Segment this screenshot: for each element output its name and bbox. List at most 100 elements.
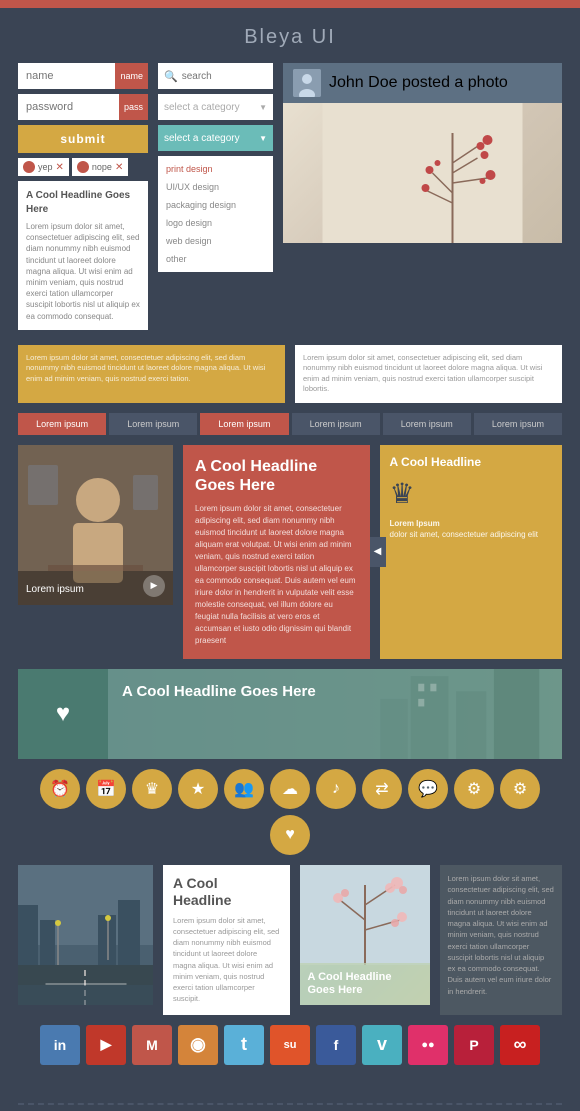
yellow-card-body: Lorem Ipsum xyxy=(390,519,440,528)
icon-calendar[interactable]: 📅 xyxy=(86,769,126,809)
nav-arrow-left[interactable]: ◀ xyxy=(370,537,386,567)
tab-2[interactable]: Lorem ipsum xyxy=(200,413,288,435)
tag-close-nope[interactable]: ✕ xyxy=(115,162,123,173)
avatar-image xyxy=(293,69,321,97)
tab-4[interactable]: Lorem ipsum xyxy=(383,413,471,435)
dropdown-item-4[interactable]: web design xyxy=(158,232,273,250)
password-field-wrapper: pass xyxy=(18,94,148,120)
dropdown-menu: print design UI/UX design packaging desi… xyxy=(158,156,273,272)
icon-crown[interactable]: ♛ xyxy=(132,769,172,809)
social-icons-row: in ▶ M ◉ t su f v ●● P ∞ xyxy=(18,1025,562,1065)
flower-overlay-bg: A Cool Headline Goes Here xyxy=(300,963,430,1005)
dropdown-item-5[interactable]: other xyxy=(158,250,273,268)
teal-card: ♥ xyxy=(18,669,562,759)
photo-card-image: Lorem ipsum ▶ xyxy=(18,445,173,605)
name-field-wrapper: name xyxy=(18,63,148,89)
social-card: John Doe posted a photo xyxy=(283,63,562,335)
flower-photo-card: A Cool Headline Goes Here xyxy=(300,865,430,1005)
select-dropdown-2[interactable]: select a category ▼ xyxy=(158,125,273,151)
tab-0[interactable]: Lorem ipsum xyxy=(18,413,106,435)
play-button[interactable]: ▶ xyxy=(143,575,165,597)
flower-card-headline: A Cool Headline Goes Here xyxy=(308,971,422,997)
section-feature-cards: Lorem ipsum ▶ A Cool Headline Goes Here … xyxy=(18,445,562,659)
bottom-body-2: Lorem ipsum dolor sit amet, consectetuer… xyxy=(448,873,555,997)
text-yellow-body: Lorem ipsum dolor sit amet, consectetuer… xyxy=(26,353,277,385)
tag-icon-yep xyxy=(23,161,35,173)
teal-card-text-area: A Cool Headline Goes Here xyxy=(108,669,562,759)
social-card-user: John Doe posted a photo xyxy=(329,74,508,92)
icon-music[interactable]: ♪ xyxy=(316,769,356,809)
yellow-feature-card: ◀ A Cool Headline ♛ Lorem Ipsum dolor si… xyxy=(380,445,563,659)
dropdown-item-0[interactable]: print design xyxy=(158,160,273,178)
name-tag: name xyxy=(115,63,148,89)
icon-cloud[interactable]: ☁ xyxy=(270,769,310,809)
section-teal-card: ♥ xyxy=(18,669,562,759)
submit-button[interactable]: submit xyxy=(18,125,148,153)
tag-label-yep: yep xyxy=(38,162,53,172)
tag-label-nope: nope xyxy=(92,162,112,172)
text-right-card: Lorem ipsum dolor sit amet, consectetuer… xyxy=(440,865,563,1015)
icon-heart[interactable]: ♥ xyxy=(270,815,310,855)
bottom-headline-1: A Cool Headline xyxy=(173,875,280,909)
content-text-body: Lorem ipsum dolor sit amet, consectetuer… xyxy=(26,221,140,322)
social-card-header: John Doe posted a photo xyxy=(283,63,562,103)
social-lastfm[interactable]: ∞ xyxy=(500,1025,540,1065)
icon-settings-2[interactable]: ⚙ xyxy=(500,769,540,809)
city-photo-card xyxy=(18,865,153,1005)
tag-close-yep[interactable]: ✕ xyxy=(56,162,64,173)
icon-share[interactable]: ⇄ xyxy=(362,769,402,809)
tag-nope[interactable]: nope ✕ xyxy=(72,158,128,176)
heart-icon: ♥ xyxy=(56,700,70,728)
tab-1[interactable]: Lorem ipsum xyxy=(109,413,197,435)
select-text-2: select a category xyxy=(164,133,240,144)
icon-alarm[interactable]: ⏰ xyxy=(40,769,80,809)
icon-chat[interactable]: 💬 xyxy=(408,769,448,809)
dropdown-column: 🔍 select a category ▼ select a category … xyxy=(158,63,273,335)
social-vimeo[interactable]: v xyxy=(362,1025,402,1065)
password-tag: pass xyxy=(119,94,148,120)
chevron-down-icon-2: ▼ xyxy=(259,134,267,143)
search-input[interactable] xyxy=(182,71,267,82)
search-icon: 🔍 xyxy=(164,70,178,83)
flower-bottom-illustration xyxy=(300,865,430,965)
text-right-body: Lorem ipsum dolor sit amet, consectetuer… xyxy=(303,353,554,395)
dropdown-item-2[interactable]: packaging design xyxy=(158,196,273,214)
chevron-down-icon-1: ▼ xyxy=(259,103,267,112)
tag-icon-nope xyxy=(77,161,89,173)
social-gmail[interactable]: M xyxy=(132,1025,172,1065)
social-rss[interactable]: ◉ xyxy=(178,1025,218,1065)
content-text-headline: A Cool Headline Goes Here xyxy=(26,189,140,217)
page-header: Bleya UI xyxy=(0,8,580,63)
select-dropdown-1[interactable]: select a category ▼ xyxy=(158,94,273,120)
icon-settings[interactable]: ⚙ xyxy=(454,769,494,809)
dropdown-item-1[interactable]: UI/UX design xyxy=(158,178,273,196)
dropdown-item-3[interactable]: logo design xyxy=(158,214,273,232)
photo-label: Lorem ipsum xyxy=(26,584,84,595)
crown-icon: ♛ xyxy=(390,477,553,510)
tab-5[interactable]: Lorem ipsum xyxy=(474,413,562,435)
social-pinterest[interactable]: P xyxy=(454,1025,494,1065)
teal-card-headline: A Cool Headline Goes Here xyxy=(122,683,548,701)
search-box[interactable]: 🔍 xyxy=(158,63,273,89)
social-linkedin[interactable]: in xyxy=(40,1025,80,1065)
red-card: A Cool Headline Goes Here Lorem ipsum do… xyxy=(183,445,370,659)
tab-3[interactable]: Lorem ipsum xyxy=(292,413,380,435)
teal-card-icon-area: ♥ xyxy=(18,669,108,759)
select-text-1: select a category xyxy=(164,102,240,113)
icon-star[interactable]: ★ xyxy=(178,769,218,809)
icon-users[interactable]: 👥 xyxy=(224,769,264,809)
social-facebook[interactable]: f xyxy=(316,1025,356,1065)
red-card-body: Lorem ipsum dolor sit amet, consectetuer… xyxy=(195,503,358,647)
content-text-left: A Cool Headline Goes Here Lorem ipsum do… xyxy=(18,181,148,330)
tag-yep[interactable]: yep ✕ xyxy=(18,158,69,176)
text-block-right: Lorem ipsum dolor sit amet, consectetuer… xyxy=(295,345,562,403)
social-twitter[interactable]: t xyxy=(224,1025,264,1065)
social-stumbleupon[interactable]: su xyxy=(270,1025,310,1065)
red-card-headline: A Cool Headline Goes Here xyxy=(195,457,358,495)
yellow-card-sub: dolor sit amet, consectetuer adipiscing … xyxy=(390,529,553,540)
social-flickr[interactable]: ●● xyxy=(408,1025,448,1065)
footer-divider xyxy=(18,1103,562,1105)
tag-row: yep ✕ nope ✕ xyxy=(18,158,148,176)
flower-overlay: A Cool Headline Goes Here xyxy=(300,963,430,1005)
social-youtube[interactable]: ▶ xyxy=(86,1025,126,1065)
